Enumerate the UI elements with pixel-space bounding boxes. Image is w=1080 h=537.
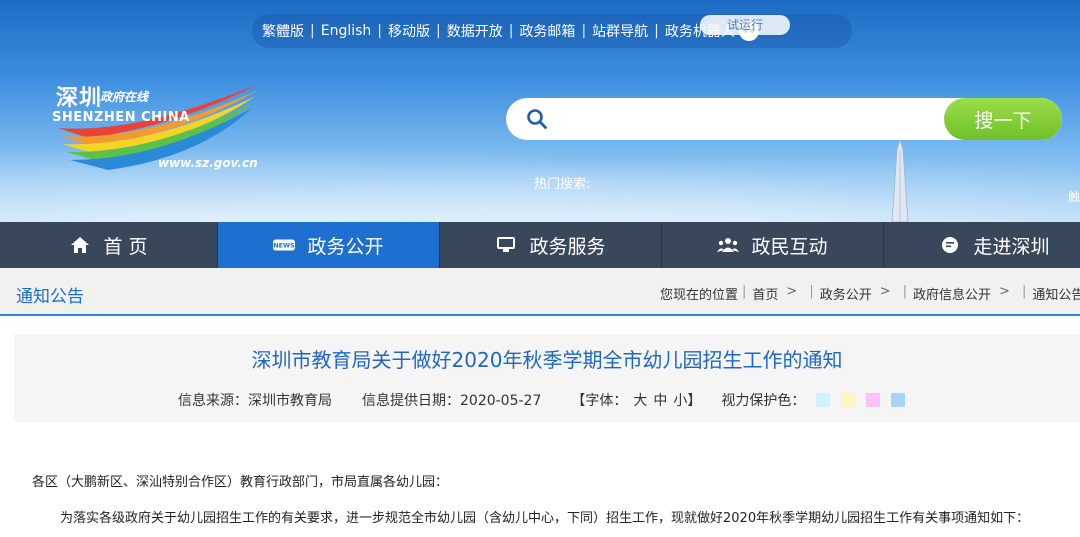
eye-care-swatch-blue[interactable]: [891, 393, 906, 407]
nav-about-shenzhen-label: 走进深圳: [973, 235, 1050, 258]
breadcrumb-separator: >: [786, 284, 798, 299]
search-box: 搜一下: [506, 98, 1062, 140]
breadcrumb-separator: >: [999, 284, 1010, 299]
monitor-icon: [495, 234, 517, 256]
breadcrumb-gov-info[interactable]: 政府信息公开: [913, 284, 991, 303]
nav-gov-services-label: 政务服务: [529, 235, 606, 258]
section-title[interactable]: 通知公告: [16, 282, 84, 307]
site-header: 繁體版 | English | 移动版 | 数据开放 | 政务邮箱 | 站群导航 | 政务机…: [0, 0, 1080, 222]
chat-icon: [939, 234, 961, 256]
eye-care-label: 视力保护色：: [721, 393, 806, 409]
nav-gov-services[interactable]: 政务服务: [440, 222, 662, 268]
site-logo[interactable]: 深圳 政府在线 SHENZHEN CHINA www.sz.gov.cn: [48, 76, 268, 176]
link-english[interactable]: English: [321, 23, 372, 39]
nav-home[interactable]: 首 页: [0, 222, 218, 268]
logo-en-title: SHENZHEN CHINA: [52, 110, 190, 125]
logo-url: www.sz.gov.cn: [158, 156, 258, 170]
people-icon: [717, 234, 740, 256]
search-input[interactable]: [558, 98, 938, 140]
breadcrumb-gov-affairs[interactable]: 政务公开: [820, 284, 872, 303]
nav-interaction-label: 政民互动: [751, 235, 828, 258]
breadcrumb-bar: 通知公告 您现在的位置 | 首页 > | 政务公开 > | 政府信息公开 > | 通知…: [0, 268, 1080, 316]
font-size-close: 】: [687, 393, 702, 409]
link-site-nav[interactable]: 站群导航: [592, 21, 648, 41]
link-open-data[interactable]: 数据开放: [447, 21, 503, 41]
logo-cn-subtitle: 政府在线: [100, 90, 149, 104]
eye-care-swatch-cyan[interactable]: [816, 393, 831, 407]
eye-care-swatch-pink[interactable]: [866, 393, 881, 407]
font-size-large[interactable]: 大: [633, 390, 647, 410]
trial-badge: 试运行: [700, 15, 790, 35]
article-header: 深圳市教育局关于做好2020年秋季学期全市幼儿园招生工作的通知 信息来源：深圳市…: [14, 334, 1080, 422]
home-icon: [69, 234, 91, 256]
svg-text:NEWS: NEWS: [274, 242, 296, 250]
hot-search-label: 热门搜索:: [534, 177, 591, 192]
font-size-open: 【字体：: [571, 393, 628, 409]
font-size-medium[interactable]: 中: [653, 390, 667, 410]
breadcrumb-home[interactable]: 首页: [752, 284, 778, 303]
font-size-small[interactable]: 小: [673, 390, 687, 410]
link-gov-mail[interactable]: 政务邮箱: [519, 21, 575, 41]
breadcrumb-notices[interactable]: 通知公告: [1032, 284, 1080, 303]
breadcrumb: 您现在的位置 | 首页 > | 政务公开 > | 政府信息公开 > | 通知公告: [660, 284, 1080, 303]
edge-label: 触: [1067, 190, 1080, 204]
article-source: 信息来源：深圳市教育局: [178, 393, 332, 409]
news-icon: NEWS: [273, 234, 296, 256]
nav-home-label: 首 页: [103, 235, 148, 258]
eye-care-swatch-yellow[interactable]: [841, 393, 856, 407]
tower-illustration: [891, 140, 909, 222]
article-meta: 信息来源：深圳市教育局 信息提供日期：2020-05-27 【字体： 大 中 小…: [178, 390, 906, 410]
nav-interaction[interactable]: 政民互动: [662, 222, 884, 268]
article-date: 信息提供日期：2020-05-27: [362, 393, 542, 409]
article-title: 深圳市教育局关于做好2020年秋季学期全市幼儿园招生工作的通知: [251, 348, 843, 372]
search-icon: [527, 109, 547, 129]
nav-gov-affairs-label: 政务公开: [307, 235, 384, 258]
nav-about-shenzhen[interactable]: 走进深圳: [884, 222, 1080, 268]
search-button[interactable]: 搜一下: [944, 98, 1062, 140]
link-mobile[interactable]: 移动版: [388, 21, 430, 41]
breadcrumb-separator: >: [879, 284, 891, 299]
article-salutation: 各区（大鹏新区、深汕特别合作区）教育行政部门，市局直属各幼儿园：: [32, 475, 449, 490]
main-nav: 首 页 NEWS 政务公开 政务服务 政民互动 走进深圳: [0, 222, 1080, 268]
logo-cn-title: 深圳: [56, 85, 103, 111]
article-paragraph: 为落实各级政府关于幼儿园招生工作的有关要求，进一步规范全市幼儿园（含幼儿中心，下…: [60, 511, 1030, 526]
breadcrumb-label: 您现在的位置: [660, 288, 739, 303]
nav-gov-affairs[interactable]: NEWS 政务公开: [218, 222, 440, 268]
link-traditional[interactable]: 繁體版: [262, 21, 304, 41]
